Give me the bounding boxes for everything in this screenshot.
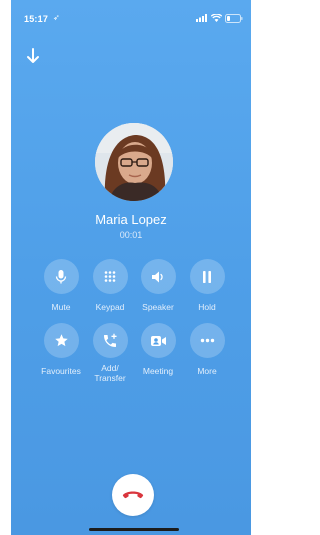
caller-avatar xyxy=(95,123,173,201)
microphone-icon xyxy=(55,269,67,283)
end-call-button[interactable] xyxy=(112,474,154,516)
caller-photo xyxy=(95,123,173,201)
signal-icon xyxy=(196,14,207,22)
keypad-button-circle[interactable] xyxy=(92,259,128,294)
call-screen: 15:17 ➶ Maria Lopez 00:01 Mute Keypad Sp… xyxy=(11,0,251,535)
home-indicator[interactable] xyxy=(89,528,179,531)
more-icon xyxy=(200,338,214,343)
minimize-arrow-icon[interactable] xyxy=(25,47,41,65)
speaker-button-circle[interactable] xyxy=(140,259,176,294)
add-call-icon xyxy=(104,333,117,347)
favourites-button-circle[interactable] xyxy=(43,323,79,358)
hold-button-circle[interactable] xyxy=(189,259,225,294)
hold-label: Hold xyxy=(198,302,216,312)
more-button[interactable]: More xyxy=(177,323,237,376)
wifi-icon xyxy=(211,14,222,22)
status-icons xyxy=(196,13,243,23)
mute-button-circle[interactable] xyxy=(43,259,79,294)
caller-name: Maria Lopez xyxy=(95,212,167,227)
battery-icon xyxy=(225,13,243,23)
status-bar: 15:17 ➶ xyxy=(11,0,251,34)
pause-icon xyxy=(203,270,211,283)
speaker-icon xyxy=(152,271,163,282)
location-icon: ➶ xyxy=(53,13,60,22)
more-button-circle[interactable] xyxy=(189,323,225,358)
hang-up-icon xyxy=(122,491,144,499)
keypad-icon xyxy=(104,270,116,282)
status-time: 15:17 xyxy=(24,14,49,24)
add-transfer-button-circle[interactable] xyxy=(92,323,128,358)
more-label: More xyxy=(197,366,217,376)
call-duration: 00:01 xyxy=(119,230,143,240)
meeting-button-circle[interactable] xyxy=(140,323,176,358)
star-icon xyxy=(54,334,68,347)
video-meeting-icon xyxy=(150,335,166,346)
hold-button[interactable]: Hold xyxy=(177,259,237,312)
